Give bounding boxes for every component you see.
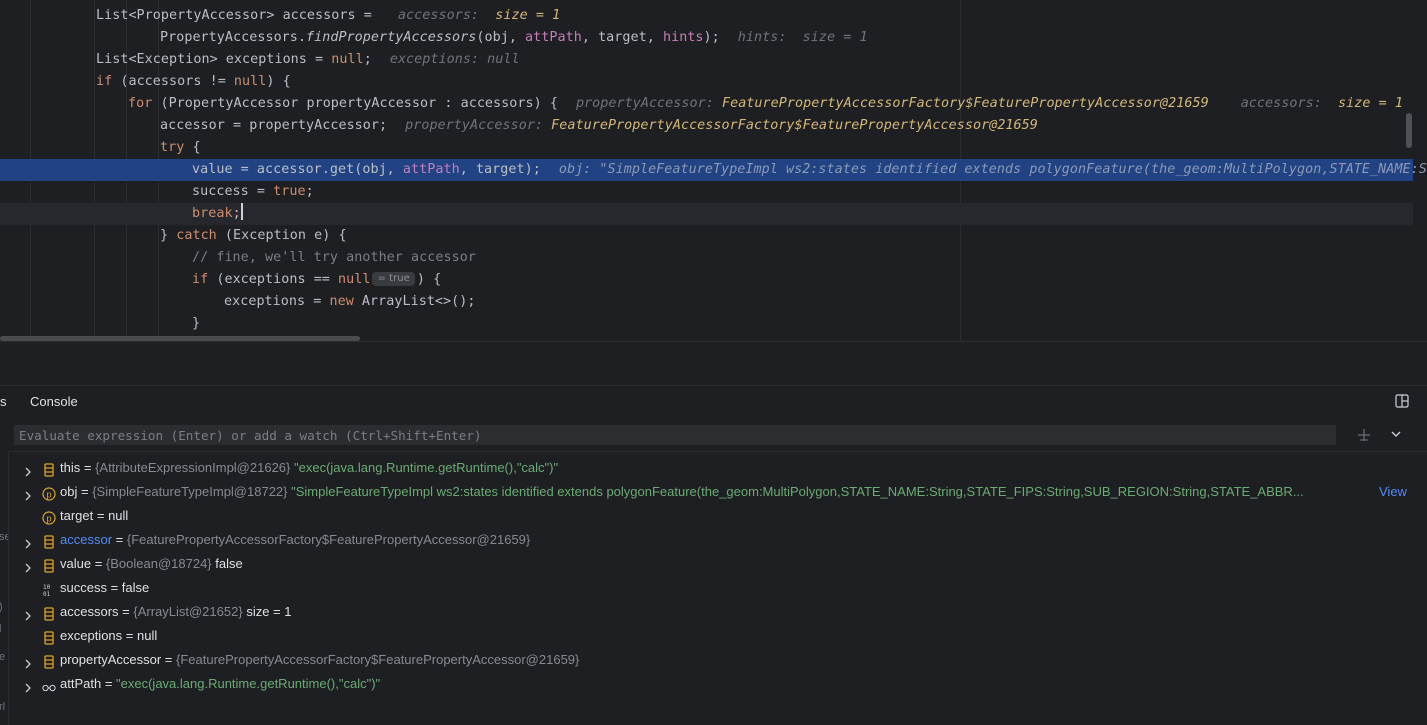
variable-row-exceptions[interactable]: exceptions = null (9, 624, 1427, 648)
tab-variables[interactable]: s (0, 394, 7, 409)
svg-text:p: p (46, 489, 51, 499)
inline-debug-hint: obj: "SimpleFeatureTypeImpl ws2:states i… (558, 162, 1427, 177)
variable-name: exceptions (60, 628, 123, 643)
variable-row-success[interactable]: 10 01 success = false (9, 576, 1427, 600)
code-line[interactable]: List<PropertyAccessor> accessors = acces… (0, 5, 1413, 27)
variable-type: {FeaturePropertyAccessorFactory$FeatureP… (175, 652, 580, 667)
field-icon (42, 605, 56, 621)
vertical-scrollbar[interactable] (1406, 113, 1412, 148)
variable-value: "exec(java.lang.Runtime.getRuntime(),"ca… (116, 676, 381, 691)
variable-name: accessors (60, 604, 119, 619)
inline-debug-hint: exceptions: null (389, 52, 520, 67)
variable-type: {ArrayList@21652} (133, 604, 243, 619)
field-icon (42, 629, 56, 645)
chevron-right-icon[interactable] (23, 462, 33, 477)
variable-row-value[interactable]: value = {Boolean@18724} false (9, 552, 1427, 576)
panel-divider[interactable] (0, 341, 1427, 386)
variable-type: {FeaturePropertyAccessorFactory$FeatureP… (126, 532, 531, 547)
variable-name: accessor (60, 532, 113, 547)
code-line[interactable]: // fine, we'll try another accessor (0, 247, 1413, 269)
variable-row-propertyaccessor[interactable]: propertyAccessor = {FeaturePropertyAcces… (9, 648, 1427, 672)
inline-debug-hint: propertyAccessor: FeaturePropertyAccesso… (575, 96, 1209, 111)
variable-row-accessors[interactable]: accessors = {ArrayList@21652} size = 1 (9, 600, 1427, 624)
code-comment: // fine, we'll try another accessor (192, 250, 476, 265)
watch-bar (0, 419, 1427, 452)
tab-console[interactable]: Console (30, 394, 78, 409)
inline-debug-hint: hints: size = 1 (737, 30, 868, 45)
evaluate-expression-input[interactable] (14, 425, 1336, 445)
variable-name: attPath (60, 676, 102, 691)
chevron-right-icon[interactable] (23, 534, 33, 549)
field-icon (42, 461, 56, 477)
text-caret (240, 203, 243, 220)
code-line[interactable]: try { (0, 137, 1413, 159)
field-icon (42, 557, 56, 573)
execution-point-line[interactable]: value = accessor.get(obj, attPath, targe… (0, 159, 1427, 181)
variable-value: size = 1 (246, 604, 292, 619)
variable-value: "SimpleFeatureTypeImpl ws2:states identi… (291, 484, 1304, 499)
variable-name: success (60, 580, 107, 595)
code-line[interactable]: List<Exception> exceptions = null; except… (0, 49, 1413, 71)
variable-type: {Boolean@18724} (105, 556, 212, 571)
code-editor[interactable]: List<PropertyAccessor> accessors = acces… (0, 0, 1427, 341)
watch-glasses-icon (42, 677, 56, 691)
layout-settings-icon[interactable] (1395, 394, 1409, 408)
field-icon (42, 653, 56, 669)
svg-text:01: 01 (43, 591, 51, 597)
code-line[interactable]: for (PropertyAccessor propertyAccessor :… (0, 93, 1413, 115)
chevron-right-icon[interactable] (23, 606, 33, 621)
svg-text:p: p (46, 513, 51, 523)
code-line[interactable]: } catch (Exception e) { (0, 225, 1413, 247)
code-line[interactable]: accessor = propertyAccessor; propertyAcce… (0, 115, 1413, 137)
code-line[interactable]: if (accessors != null) { (0, 71, 1413, 93)
variable-row-attpath[interactable]: attPath = "exec(java.lang.Runtime.getRun… (9, 672, 1427, 696)
variable-name: value (60, 556, 92, 571)
add-watch-icon[interactable] (1356, 427, 1372, 443)
inline-debug-hint: accessors: size = 1 (397, 8, 561, 23)
variable-type: {AttributeExpressionImpl@21626} (95, 460, 291, 475)
code-text: List<PropertyAccessor> accessors = (96, 8, 380, 23)
parameter-icon: p (42, 485, 56, 501)
variable-name: target (60, 508, 94, 523)
code-line[interactable]: success = true; (0, 181, 1413, 203)
chevron-right-icon[interactable] (23, 654, 33, 669)
variable-value: false (121, 580, 150, 595)
variable-row-accessor[interactable]: accessor = {FeaturePropertyAccessorFacto… (9, 528, 1427, 552)
variable-value: false (215, 556, 243, 571)
view-link[interactable]: View (1379, 480, 1407, 504)
frames-panel-edge: se ) l e rl (0, 451, 9, 725)
variable-row-obj[interactable]: p obj = {SimpleFeatureTypeImpl@18722} "Si… (9, 480, 1427, 504)
variable-name: obj (60, 484, 78, 499)
variable-name: this (60, 460, 81, 475)
primitive-icon: 10 01 (42, 581, 56, 598)
chevron-right-icon[interactable] (23, 486, 33, 501)
variable-value: null (108, 508, 129, 523)
code-line[interactable]: exceptions = new ArrayList<>(); (0, 291, 1413, 313)
variable-name: propertyAccessor (60, 652, 162, 667)
svg-text:10: 10 (43, 584, 51, 591)
chevron-right-icon[interactable] (23, 558, 33, 573)
code-line[interactable]: PropertyAccessors.findPropertyAccessors(… (0, 27, 1413, 49)
field-icon (42, 533, 56, 549)
inline-value-badge: = true (372, 272, 415, 286)
variable-row-target[interactable]: p target = null (9, 504, 1427, 528)
variables-tree: this = {AttributeExpressionImpl@21626} "… (9, 456, 1427, 696)
variable-value: "exec(java.lang.Runtime.getRuntime(),"ca… (294, 460, 559, 475)
code-line[interactable]: if (exceptions == null = true) { (0, 269, 1413, 291)
inline-debug-hint: propertyAccessor: FeaturePropertyAccesso… (405, 118, 1038, 133)
variable-value: null (136, 628, 158, 643)
inline-debug-hint: accessors: size = 1 (1240, 96, 1403, 111)
variable-row-this[interactable]: this = {AttributeExpressionImpl@21626} "… (9, 456, 1427, 480)
variable-type: {SimpleFeatureTypeImpl@18722} (92, 484, 288, 499)
chevron-down-icon[interactable] (1390, 428, 1402, 440)
code-line[interactable]: } (0, 313, 1413, 335)
caret-line[interactable]: break; (0, 203, 1413, 225)
chevron-right-icon[interactable] (23, 678, 33, 693)
parameter-icon: p (42, 509, 56, 525)
debug-panel-header: s Console (0, 385, 1427, 419)
